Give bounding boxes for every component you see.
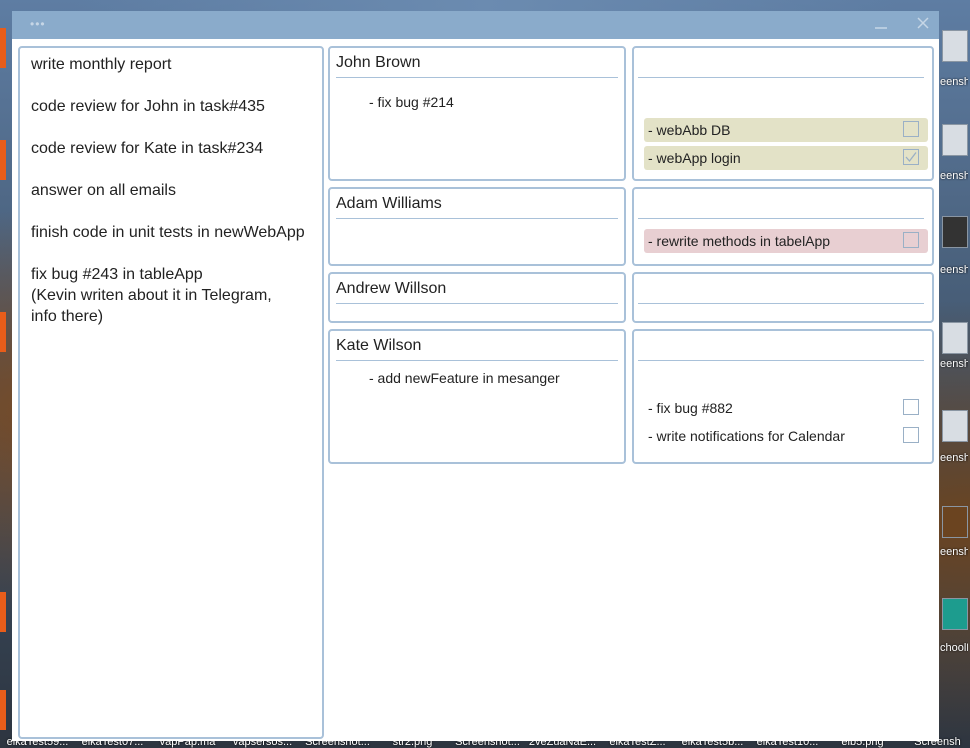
desktop-left-strip bbox=[0, 0, 12, 748]
screenshot-thumbnail[interactable] bbox=[942, 322, 968, 354]
desktop-icon-label: eensh bbox=[940, 264, 968, 276]
desktop-app-icon[interactable] bbox=[0, 28, 6, 68]
desktop-icon-label: eensh bbox=[940, 358, 968, 370]
task-label: - write notifications for Calendar bbox=[648, 428, 845, 444]
desktop-app-icon[interactable] bbox=[0, 140, 6, 180]
person-card[interactable]: John Brown - fix bug #214 bbox=[328, 46, 626, 181]
screenshot-thumbnail[interactable] bbox=[942, 506, 968, 538]
task-card[interactable]: - rewrite methods in tabelApp bbox=[632, 187, 934, 266]
divider bbox=[638, 303, 924, 304]
desktop-icon-label: eensh bbox=[940, 170, 968, 182]
person-name: Kate Wilson bbox=[336, 337, 422, 354]
task-label: - webApp login bbox=[648, 150, 741, 166]
person-name: John Brown bbox=[336, 54, 421, 71]
person-task[interactable]: - fix bug #214 bbox=[369, 94, 454, 110]
todo-item[interactable]: finish code in unit tests in newWebApp bbox=[31, 222, 321, 243]
task-label: - rewrite methods in tabelApp bbox=[648, 233, 831, 249]
task-row[interactable]: - write notifications for Calendar bbox=[644, 424, 928, 448]
divider bbox=[336, 303, 618, 304]
person-card[interactable]: Kate Wilson - add newFeature in mesanger bbox=[328, 329, 626, 464]
window-menu-dots[interactable]: ••• bbox=[30, 17, 46, 31]
task-label: - fix bug #882 bbox=[648, 400, 733, 416]
todo-item[interactable]: answer on all emails bbox=[31, 180, 321, 201]
todo-item[interactable]: write monthly report bbox=[31, 54, 321, 75]
task-card[interactable]: - fix bug #882 - write notifications for… bbox=[632, 329, 934, 464]
task-row[interactable]: - fix bug #882 bbox=[644, 396, 928, 420]
desktop-icon-label: eensh bbox=[940, 76, 968, 88]
title-bar[interactable]: ••• bbox=[12, 11, 939, 39]
task-checkbox[interactable] bbox=[903, 427, 919, 443]
screenshot-thumbnail[interactable] bbox=[942, 410, 968, 442]
task-checkbox-checked[interactable] bbox=[903, 149, 919, 165]
task-checkbox[interactable] bbox=[903, 121, 919, 137]
desktop-icon-label: eensh bbox=[940, 452, 968, 464]
divider bbox=[638, 360, 924, 361]
task-label: - webAbb DB bbox=[648, 122, 731, 138]
task-card[interactable] bbox=[632, 272, 934, 323]
desktop-icon-label: eensh bbox=[940, 546, 968, 558]
desktop-app-icon[interactable] bbox=[0, 312, 6, 352]
task-checkbox[interactable] bbox=[903, 232, 919, 248]
minimize-icon[interactable] bbox=[874, 15, 888, 33]
divider bbox=[336, 77, 618, 78]
task-card[interactable]: - webAbb DB - webApp login bbox=[632, 46, 934, 181]
task-row[interactable]: - webAbb DB bbox=[644, 118, 928, 142]
app-window: ••• write monthly report code review for… bbox=[12, 11, 939, 741]
divider bbox=[336, 360, 618, 361]
todo-list-panel[interactable]: write monthly report code review for Joh… bbox=[18, 46, 324, 739]
person-task[interactable]: - add newFeature in mesanger bbox=[369, 370, 560, 386]
task-row[interactable]: - webApp login bbox=[644, 146, 928, 170]
person-card[interactable]: Andrew Willson bbox=[328, 272, 626, 323]
desktop-app-icon[interactable] bbox=[0, 690, 6, 730]
task-row[interactable]: - rewrite methods in tabelApp bbox=[644, 229, 928, 253]
todo-item[interactable]: code review for Kate in task#234 bbox=[31, 138, 321, 159]
todo-item[interactable]: fix bug #243 in tableApp (Kevin writen a… bbox=[31, 264, 321, 327]
desktop-icon-label: choolBu bbox=[940, 642, 968, 654]
person-card[interactable]: Adam Williams bbox=[328, 187, 626, 266]
divider bbox=[638, 218, 924, 219]
desktop-right-strip: eensh eensh eensh eensh eensh eensh choo… bbox=[938, 0, 970, 748]
person-name: Andrew Willson bbox=[336, 280, 447, 297]
desktop-app-icon[interactable] bbox=[0, 592, 6, 632]
close-icon[interactable] bbox=[916, 14, 930, 32]
todo-item[interactable]: code review for John in task#435 bbox=[31, 96, 321, 117]
divider bbox=[638, 77, 924, 78]
app-shortcut-icon[interactable] bbox=[942, 598, 968, 630]
screenshot-thumbnail[interactable] bbox=[942, 124, 968, 156]
screenshot-thumbnail[interactable] bbox=[942, 30, 968, 62]
checkmark-icon bbox=[905, 152, 917, 163]
screenshot-thumbnail[interactable] bbox=[942, 216, 968, 248]
divider bbox=[336, 218, 618, 219]
task-checkbox[interactable] bbox=[903, 399, 919, 415]
person-name: Adam Williams bbox=[336, 195, 442, 212]
